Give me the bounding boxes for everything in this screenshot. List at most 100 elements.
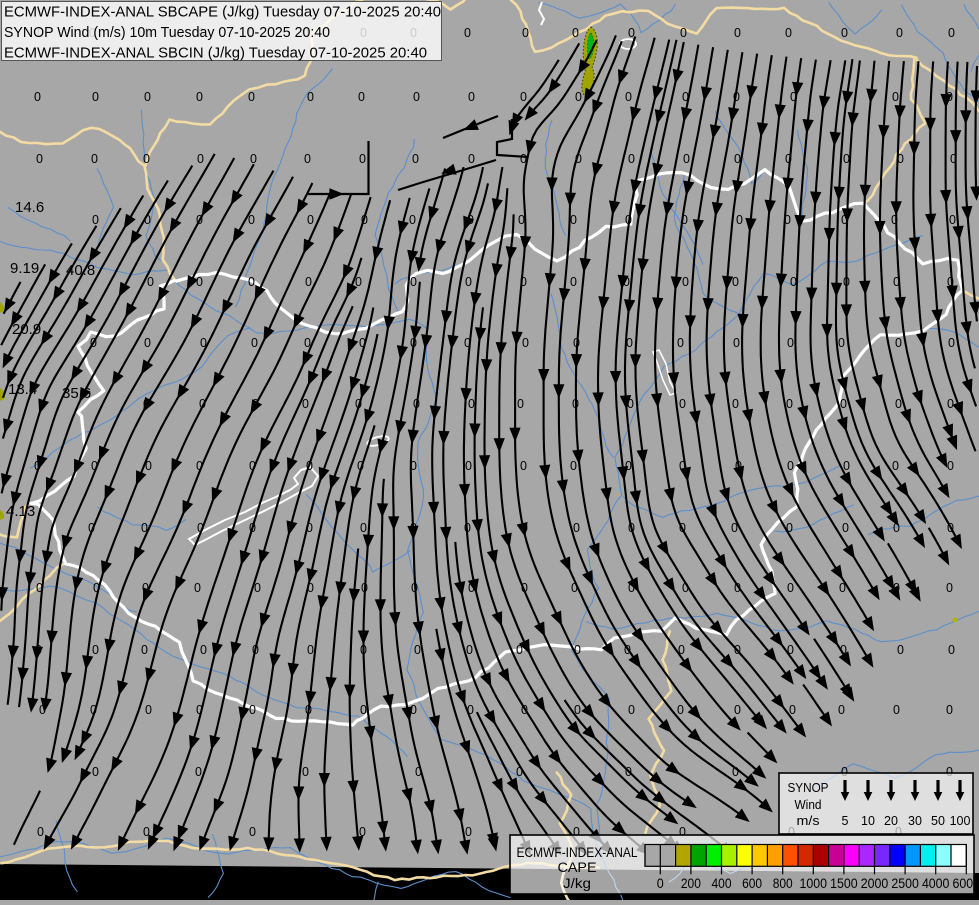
svg-text:0: 0 (196, 703, 203, 717)
svg-text:14.6: 14.6 (15, 199, 44, 216)
svg-text:0: 0 (249, 825, 256, 839)
svg-text:0: 0 (411, 581, 418, 595)
svg-text:0: 0 (574, 703, 581, 717)
svg-text:0: 0 (627, 397, 634, 411)
svg-text:0: 0 (516, 643, 523, 657)
svg-text:0: 0 (409, 213, 416, 227)
svg-text:0: 0 (733, 336, 740, 350)
svg-text:0: 0 (249, 703, 256, 717)
svg-text:0: 0 (574, 643, 581, 657)
svg-text:0: 0 (36, 581, 43, 595)
svg-text:0: 0 (893, 703, 900, 717)
svg-text:0: 0 (841, 213, 848, 227)
svg-text:0: 0 (91, 459, 98, 473)
svg-text:0: 0 (892, 459, 899, 473)
svg-text:0: 0 (787, 459, 794, 473)
svg-text:0: 0 (946, 90, 953, 104)
svg-text:0: 0 (196, 213, 203, 227)
svg-text:0: 0 (735, 459, 742, 473)
svg-text:0: 0 (628, 581, 635, 595)
svg-text:0: 0 (679, 459, 686, 473)
svg-text:0: 0 (410, 275, 417, 289)
svg-text:0: 0 (625, 213, 632, 227)
svg-text:0: 0 (90, 336, 97, 350)
svg-text:0: 0 (893, 581, 900, 595)
svg-text:0: 0 (628, 152, 635, 166)
svg-text:0: 0 (307, 581, 314, 595)
svg-text:0: 0 (624, 643, 631, 657)
svg-text:0: 0 (948, 336, 955, 350)
svg-text:0: 0 (838, 703, 845, 717)
svg-text:20.9: 20.9 (12, 321, 41, 338)
svg-text:0: 0 (468, 90, 475, 104)
svg-text:0: 0 (843, 459, 850, 473)
svg-text:0: 0 (414, 643, 421, 657)
svg-text:0: 0 (734, 581, 741, 595)
svg-text:0: 0 (145, 459, 152, 473)
svg-text:0: 0 (361, 581, 368, 595)
svg-text:0: 0 (575, 90, 582, 104)
svg-text:0: 0 (947, 459, 954, 473)
svg-text:0: 0 (464, 521, 471, 535)
svg-text:0: 0 (91, 152, 98, 166)
svg-text:0: 0 (468, 152, 475, 166)
svg-text:0: 0 (682, 275, 689, 289)
svg-text:200: 200 (681, 876, 701, 891)
svg-text:0: 0 (307, 213, 314, 227)
svg-text:0: 0 (304, 336, 311, 350)
svg-text:0: 0 (517, 397, 524, 411)
svg-text:0: 0 (141, 521, 148, 535)
svg-text:0: 0 (196, 459, 203, 473)
svg-text:0: 0 (570, 459, 577, 473)
svg-text:35.6: 35.6 (62, 385, 91, 402)
svg-text:0: 0 (840, 643, 847, 657)
svg-text:0: 0 (465, 275, 472, 289)
svg-text:0: 0 (307, 643, 314, 657)
svg-text:SYNOP Wind (m/s) 10m Tuesday 0: SYNOP Wind (m/s) 10m Tuesday 07-10-2025 … (4, 24, 330, 41)
svg-text:2000: 2000 (861, 876, 889, 891)
svg-text:0: 0 (196, 90, 203, 104)
svg-text:0: 0 (628, 703, 635, 717)
svg-text:0: 0 (680, 26, 687, 40)
svg-text:0: 0 (355, 275, 362, 289)
svg-text:ECMWF-INDEX-ANAL SBCIN (J/kg): ECMWF-INDEX-ANAL SBCIN (J/kg) Tuesday 07… (4, 45, 427, 62)
svg-text:0: 0 (464, 336, 471, 350)
svg-text:0: 0 (302, 765, 309, 779)
svg-text:30: 30 (908, 814, 922, 828)
svg-text:0: 0 (359, 152, 366, 166)
svg-text:0: 0 (200, 336, 207, 350)
svg-text:0: 0 (307, 90, 314, 104)
svg-text:0: 0 (787, 581, 794, 595)
svg-text:0: 0 (248, 90, 255, 104)
svg-text:0: 0 (623, 275, 630, 289)
svg-text:0: 0 (733, 90, 740, 104)
svg-text:0: 0 (628, 26, 635, 40)
svg-text:J/kg: J/kg (563, 876, 591, 891)
svg-text:0: 0 (732, 397, 739, 411)
svg-text:0: 0 (842, 521, 849, 535)
svg-text:0: 0 (360, 703, 367, 717)
svg-text:0: 0 (92, 765, 99, 779)
svg-text:0: 0 (357, 459, 364, 473)
svg-text:0: 0 (570, 213, 577, 227)
svg-text:0: 0 (734, 26, 741, 40)
svg-text:0: 0 (785, 152, 792, 166)
svg-text:0: 0 (575, 152, 582, 166)
svg-text:0: 0 (466, 643, 473, 657)
svg-text:0: 0 (305, 703, 312, 717)
svg-text:0: 0 (143, 825, 150, 839)
svg-text:0: 0 (143, 397, 150, 411)
svg-text:0: 0 (200, 643, 207, 657)
svg-text:0: 0 (625, 765, 632, 779)
svg-text:0: 0 (355, 397, 362, 411)
svg-text:0: 0 (520, 152, 527, 166)
svg-text:0: 0 (145, 703, 152, 717)
svg-text:0: 0 (467, 703, 474, 717)
svg-text:0: 0 (897, 152, 904, 166)
svg-text:100: 100 (950, 814, 971, 828)
svg-text:0: 0 (250, 152, 257, 166)
svg-text:0: 0 (682, 581, 689, 595)
svg-text:0: 0 (35, 643, 42, 657)
svg-text:0: 0 (304, 152, 311, 166)
svg-text:0: 0 (302, 397, 309, 411)
